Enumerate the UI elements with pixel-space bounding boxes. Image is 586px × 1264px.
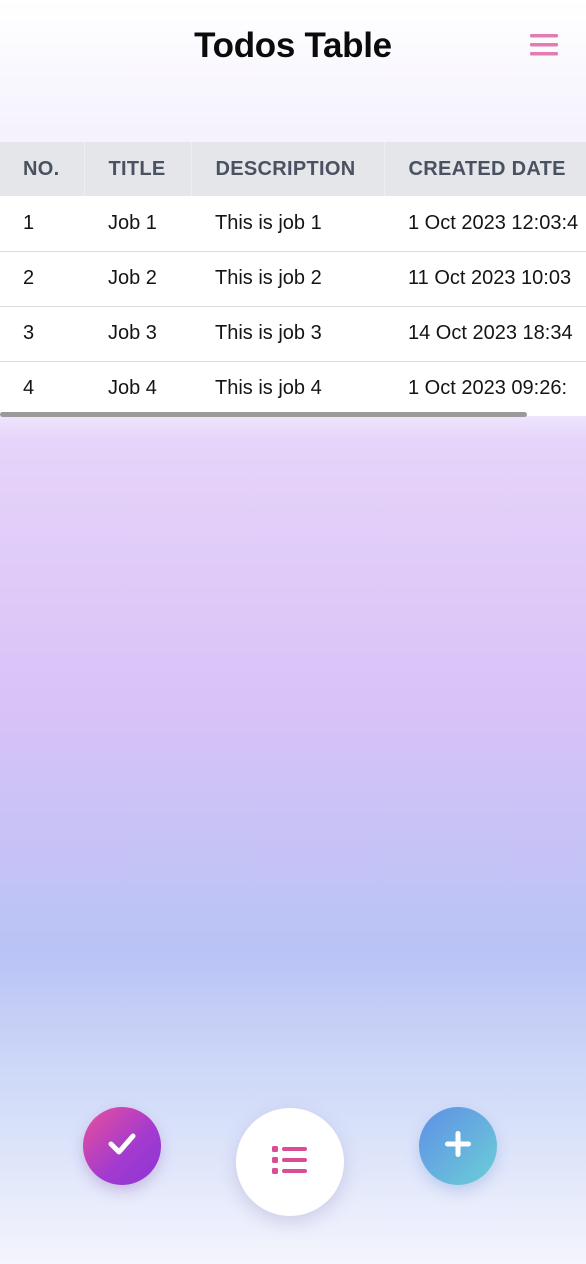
cell-description: This is job 2 bbox=[215, 267, 322, 289]
check-icon bbox=[105, 1127, 139, 1166]
todo-list-button[interactable] bbox=[236, 1108, 344, 1216]
cell-created-date: 11 Oct 2023 10:03 bbox=[408, 267, 572, 289]
column-header-no: NO. bbox=[0, 142, 85, 196]
hamburger-menu-icon bbox=[524, 30, 564, 64]
cell-title: Job 4 bbox=[108, 377, 157, 400]
todos-table-container[interactable]: NO. TITLE DESCRIPTION CREATED DATE 1 Job… bbox=[0, 142, 586, 418]
page-title: Todos Table bbox=[194, 26, 392, 65]
table-row[interactable]: 2 Job 2 This is job 2 11 Oct 2023 10:03 bbox=[0, 251, 586, 306]
cell-no: 3 bbox=[23, 322, 35, 344]
menu-button[interactable] bbox=[524, 30, 564, 64]
todos-table: NO. TITLE DESCRIPTION CREATED DATE 1 Job… bbox=[0, 142, 586, 416]
table-row[interactable]: 3 Job 3 This is job 3 14 Oct 2023 18:34 bbox=[0, 306, 586, 361]
cell-created-date: 1 Oct 2023 09:26: bbox=[408, 377, 568, 400]
cell-description: This is job 1 bbox=[215, 211, 322, 234]
table-header-row: NO. TITLE DESCRIPTION CREATED DATE bbox=[0, 142, 586, 196]
cell-no: 1 bbox=[23, 211, 35, 234]
cell-title: Job 2 bbox=[108, 267, 157, 289]
table-row[interactable]: 4 Job 4 This is job 4 1 Oct 2023 09:26: bbox=[0, 361, 586, 416]
cell-no: 2 bbox=[23, 267, 35, 289]
horizontal-scrollbar[interactable] bbox=[0, 412, 527, 417]
header: Todos Table bbox=[0, 0, 586, 96]
cell-description: This is job 4 bbox=[215, 377, 322, 400]
cell-title: Job 1 bbox=[108, 211, 157, 234]
cell-title: Job 3 bbox=[108, 322, 157, 344]
table-row[interactable]: 1 Job 1 This is job 1 1 Oct 2023 12:03:4 bbox=[0, 196, 586, 251]
list-icon bbox=[270, 1143, 310, 1182]
plus-icon bbox=[443, 1129, 473, 1164]
column-header-created-date: CREATED DATE bbox=[408, 157, 566, 180]
cell-created-date: 14 Oct 2023 18:34 bbox=[408, 322, 573, 344]
column-header-title: TITLE bbox=[84, 142, 192, 196]
cell-created-date: 1 Oct 2023 12:03:4 bbox=[408, 211, 579, 234]
completed-todos-button[interactable] bbox=[83, 1107, 161, 1185]
column-header-description: DESCRIPTION bbox=[191, 142, 385, 196]
cell-no: 4 bbox=[23, 377, 35, 400]
cell-description: This is job 3 bbox=[215, 322, 322, 344]
add-todo-button[interactable] bbox=[419, 1107, 497, 1185]
